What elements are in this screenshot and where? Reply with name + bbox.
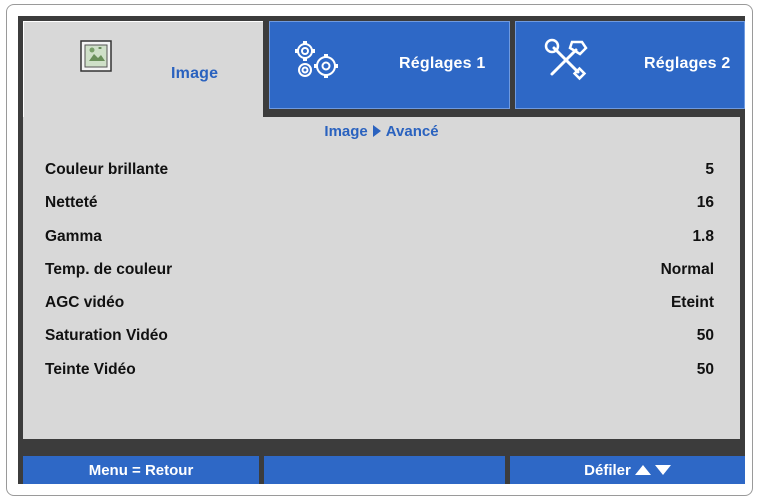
osd-menu: Image Réglages 1 Réglages 2 Image Avancé… bbox=[6, 4, 753, 496]
arrow-down-icon bbox=[654, 465, 671, 475]
tab-reglages-1-label: Réglages 1 bbox=[399, 55, 486, 72]
image-icon bbox=[80, 40, 112, 72]
setting-name: Temp. de couleur bbox=[45, 260, 173, 278]
setting-row-nettete[interactable]: Netteté 16 bbox=[23, 188, 740, 221]
setting-value: 1.8 bbox=[692, 227, 714, 245]
footer-bar: Menu = Retour Défiler bbox=[23, 456, 745, 484]
setting-value: Normal bbox=[660, 260, 714, 278]
settings-panel: Image Avancé Couleur brillante 5 Netteté … bbox=[23, 117, 740, 439]
setting-row-temp-couleur[interactable]: Temp. de couleur Normal bbox=[23, 255, 740, 288]
setting-value: 50 bbox=[696, 360, 714, 378]
tab-reglages-2-label: Réglages 2 bbox=[644, 55, 731, 72]
setting-row-saturation-video[interactable]: Saturation Vidéo 50 bbox=[23, 321, 740, 354]
setting-row-couleur-brillante[interactable]: Couleur brillante 5 bbox=[23, 155, 740, 188]
setting-name: Gamma bbox=[45, 227, 102, 245]
setting-name: Saturation Vidéo bbox=[45, 327, 168, 345]
tab-reglages-1[interactable]: Réglages 1 bbox=[269, 21, 510, 109]
scroll-label: Défiler bbox=[584, 461, 631, 479]
menu-back-hint: Menu = Retour bbox=[23, 456, 259, 484]
setting-row-agc-video[interactable]: AGC vidéo Eteint bbox=[23, 288, 740, 321]
breadcrumb-current: Avancé bbox=[385, 123, 439, 140]
setting-name: Couleur brillante bbox=[45, 161, 169, 178]
setting-row-gamma[interactable]: Gamma 1.8 bbox=[23, 222, 740, 255]
arrow-up-icon bbox=[634, 465, 651, 475]
setting-value: 5 bbox=[705, 161, 714, 178]
setting-name: Netteté bbox=[45, 194, 98, 212]
setting-value: Eteint bbox=[670, 294, 714, 312]
footer-spacer bbox=[264, 456, 505, 484]
tools-icon bbox=[542, 36, 590, 84]
setting-name: AGC vidéo bbox=[45, 294, 125, 312]
setting-name: Teinte Vidéo bbox=[45, 360, 136, 378]
tab-image[interactable]: Image bbox=[23, 21, 263, 118]
tab-reglages-2[interactable]: Réglages 2 bbox=[515, 21, 745, 109]
tab-image-label: Image bbox=[171, 65, 219, 82]
breadcrumb: Image Avancé bbox=[23, 123, 740, 140]
breadcrumb-root: Image bbox=[324, 123, 368, 140]
chevron-right-icon bbox=[372, 125, 381, 137]
scroll-hint: Défiler bbox=[510, 456, 745, 484]
osd-frame: Image Réglages 1 Réglages 2 Image Avancé… bbox=[18, 16, 745, 484]
gears-icon bbox=[292, 39, 340, 83]
setting-value: 16 bbox=[696, 194, 714, 212]
setting-value: 50 bbox=[696, 327, 714, 345]
setting-row-teinte-video[interactable]: Teinte Vidéo 50 bbox=[23, 355, 740, 388]
menu-back-label: Menu = Retour bbox=[88, 461, 194, 479]
settings-list: Couleur brillante 5 Netteté 16 Gamma 1.8… bbox=[23, 155, 740, 388]
